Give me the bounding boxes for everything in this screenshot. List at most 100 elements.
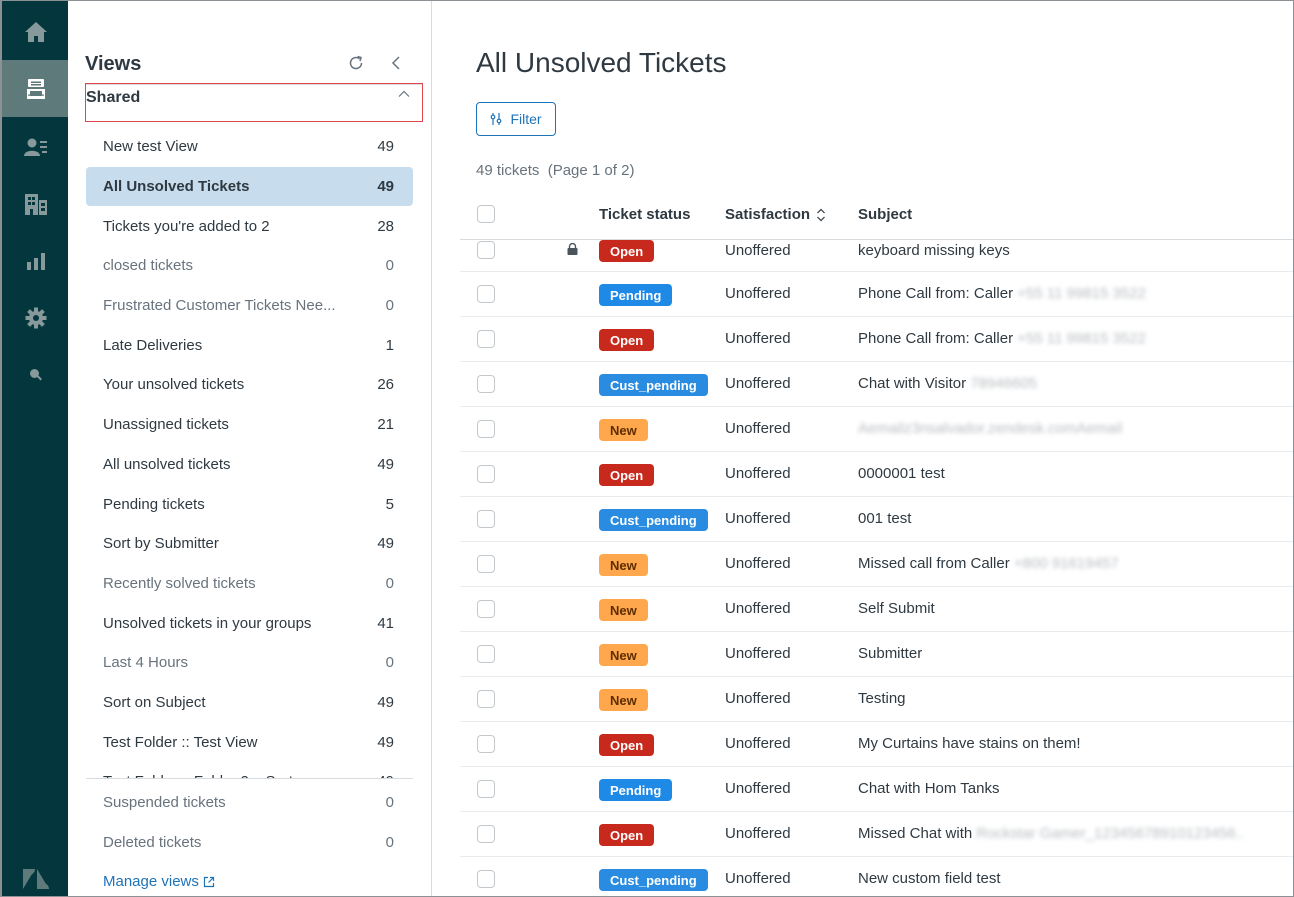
view-item[interactable]: Test Folder :: Test View 49 [86,722,413,762]
table-row[interactable]: New Unoffered Missed call from Caller +800… [460,542,1293,587]
ticket-subject[interactable]: Missed call from Caller +800 91619457 [858,555,1119,572]
view-item[interactable]: Tickets you're added to 2 28 [86,206,413,246]
row-checkbox[interactable] [477,375,495,393]
refresh-icon [349,55,363,70]
ticket-subject-text: New custom field test [858,870,1001,887]
view-item[interactable]: Sort by Submitter 49 [86,524,413,564]
table-row[interactable]: Pending Unoffered Phone Call from: Caller … [460,272,1293,317]
filter-button[interactable]: Filter [476,102,556,136]
view-item[interactable]: New test View 49 [86,127,413,167]
shared-section-label: Shared [86,89,141,106]
row-checkbox[interactable] [477,555,495,573]
row-checkbox[interactable] [477,330,495,348]
table-row[interactable]: Pending Unoffered Chat with Hom Tanks [460,767,1293,812]
view-item[interactable]: Test Folder :: Folder 2 :: Sort on...49 [86,762,413,778]
table-header: Ticket status Satisfaction Subject [460,194,1293,240]
nav-views[interactable] [2,60,69,117]
nav-admin[interactable] [2,289,69,346]
row-checkbox[interactable] [477,645,495,663]
row-checkbox[interactable] [477,690,495,708]
ticket-subject[interactable]: 0000001 test [858,465,945,482]
row-checkbox[interactable] [477,600,495,618]
view-item[interactable]: Late Deliveries 1 [86,325,413,365]
table-row[interactable]: Open Unoffered My Curtains have stains on … [460,722,1293,767]
table-row[interactable]: Cust_pending Unoffered Chat with Visitor 7… [460,362,1293,407]
ticket-subject[interactable]: Testing [858,690,906,707]
table-row[interactable]: New Unoffered Submitter [460,632,1293,677]
collapse-views-button[interactable] [386,53,406,73]
ticket-subject[interactable]: Self Submit [858,600,935,617]
zendesk-logo[interactable] [2,864,69,894]
view-item-count: 28 [377,217,394,235]
lock-icon [567,242,578,260]
ticket-subject[interactable]: New custom field test [858,870,1001,887]
table-row[interactable]: Open Unoffered 0000001 test [460,452,1293,497]
satisfaction-value: Unoffered [725,375,791,392]
row-checkbox[interactable] [477,735,495,753]
column-ticket-status[interactable]: Ticket status [599,206,690,223]
row-checkbox[interactable] [477,825,495,843]
table-row[interactable]: New Unoffered Aemailz3nsalvador.zendesk.co… [460,407,1293,452]
column-satisfaction[interactable]: Satisfaction [725,206,826,223]
ticket-subject-text: Phone Call from: Caller [858,285,1018,302]
satisfaction-value: Unoffered [725,735,791,752]
ticket-subject[interactable]: Submitter [858,645,922,662]
table-row[interactable]: Cust_pending Unoffered 001 test [460,497,1293,542]
ticket-subject[interactable]: Phone Call from: Caller +55 11 99815 352… [858,285,1146,302]
view-item[interactable]: Recently solved tickets 0 [86,564,413,604]
ticket-subject-text: 0000001 test [858,465,945,482]
view-item[interactable]: Suspended tickets 0 [86,783,413,823]
ticket-subject[interactable]: Chat with Visitor 78946605 [858,375,1037,392]
view-list[interactable]: New test View 49 All Unsolved Tickets 49 Tic… [86,127,413,778]
nav-organizations[interactable] [2,175,69,232]
view-item[interactable]: Frustrated Customer Tickets Nee... 0 [86,286,413,326]
status-badge: Cust_pending [599,374,708,396]
row-checkbox[interactable] [477,870,495,888]
ticket-subject[interactable]: Aemailz3nsalvador.zendesk.comAemail [858,420,1122,437]
view-item[interactable]: All Unsolved Tickets 49 [86,166,413,207]
ticket-subject[interactable]: 001 test [858,510,911,527]
table-row[interactable]: Open Unoffered Phone Call from: Caller +55… [460,317,1293,362]
column-subject[interactable]: Subject [858,206,912,223]
row-checkbox[interactable] [477,465,495,483]
nav-home[interactable] [2,3,69,60]
status-badge: Open [599,240,655,262]
nav-search[interactable] [2,346,69,403]
ticket-subject[interactable]: Chat with Hom Tanks [858,780,999,797]
manage-views-link[interactable]: Manage views [103,873,215,890]
view-item-count: 49 [377,733,394,751]
shared-section-header[interactable]: Shared [85,83,423,122]
nav-reporting[interactable] [2,232,69,289]
tickets-table: Ticket status Satisfaction Subject Open U… [460,194,1293,891]
row-checkbox[interactable] [477,420,495,438]
view-item-count: 0 [385,297,394,315]
table-row[interactable]: New Unoffered Testing [460,677,1293,722]
view-item[interactable]: Unsolved tickets in your groups 41 [86,603,413,643]
manage-views-label: Manage views [103,873,199,890]
nav-customers[interactable] [2,118,69,175]
table-row[interactable]: Open Unoffered keyboard missing keys [460,240,1293,272]
view-item[interactable]: Your unsolved tickets 26 [86,365,413,405]
view-item[interactable]: All unsolved tickets 49 [86,445,413,485]
table-row[interactable]: New Unoffered Self Submit [460,587,1293,632]
ticket-subject[interactable]: My Curtains have stains on them! [858,735,1081,752]
table-row[interactable]: Open Unoffered Missed Chat with Rockstar G… [460,812,1293,857]
row-checkbox[interactable] [477,285,495,303]
view-item[interactable]: closed tickets 0 [86,246,413,286]
ticket-subject[interactable]: keyboard missing keys [858,242,1010,259]
view-item[interactable]: Last 4 Hours 0 [86,643,413,683]
row-checkbox[interactable] [477,510,495,528]
status-badge: Open [599,329,655,351]
ticket-subject[interactable]: Missed Chat with Rockstar Gamer_12345678… [858,825,1244,842]
customers-icon [23,138,47,156]
row-checkbox[interactable] [477,780,495,798]
refresh-views-button[interactable] [346,53,366,73]
ticket-subject[interactable]: Phone Call from: Caller +55 11 99815 352… [858,330,1146,347]
view-item[interactable]: Sort on Subject 49 [86,683,413,723]
row-checkbox[interactable] [477,241,495,259]
view-item[interactable]: Pending tickets 5 [86,484,413,524]
view-item[interactable]: Unassigned tickets 21 [86,405,413,445]
view-item[interactable]: Deleted tickets 0 [86,823,413,863]
table-row[interactable]: Cust_pending Unoffered New custom field te… [460,857,1293,896]
select-all-checkbox[interactable] [477,205,495,223]
